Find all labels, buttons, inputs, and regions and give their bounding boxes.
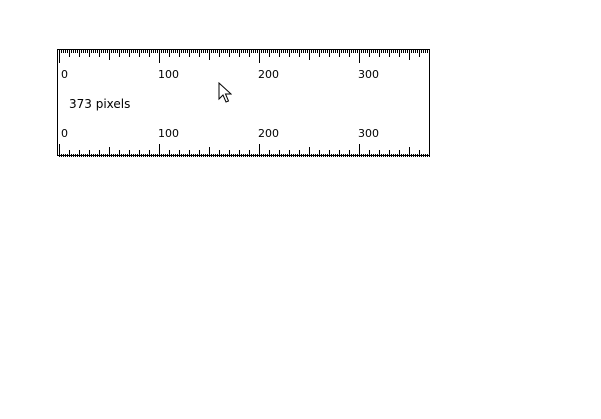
top-scale-label-100: 100 (158, 68, 179, 81)
bottom-scale-label-0: 0 (61, 127, 68, 140)
screen-ruler[interactable]: 0 100 200 300 373 pixels 0 100 200 300 (57, 49, 430, 157)
top-scale-label-200: 200 (258, 68, 279, 81)
top-scale-label-300: 300 (358, 68, 379, 81)
bottom-scale-label-200: 200 (258, 127, 279, 140)
bottom-scale-label-100: 100 (158, 127, 179, 140)
top-scale-label-0: 0 (61, 68, 68, 81)
desktop-canvas: 0 100 200 300 373 pixels 0 100 200 300 (0, 0, 601, 419)
bottom-scale-label-300: 300 (358, 127, 379, 140)
ruler-length-readout: 373 pixels (69, 97, 131, 111)
